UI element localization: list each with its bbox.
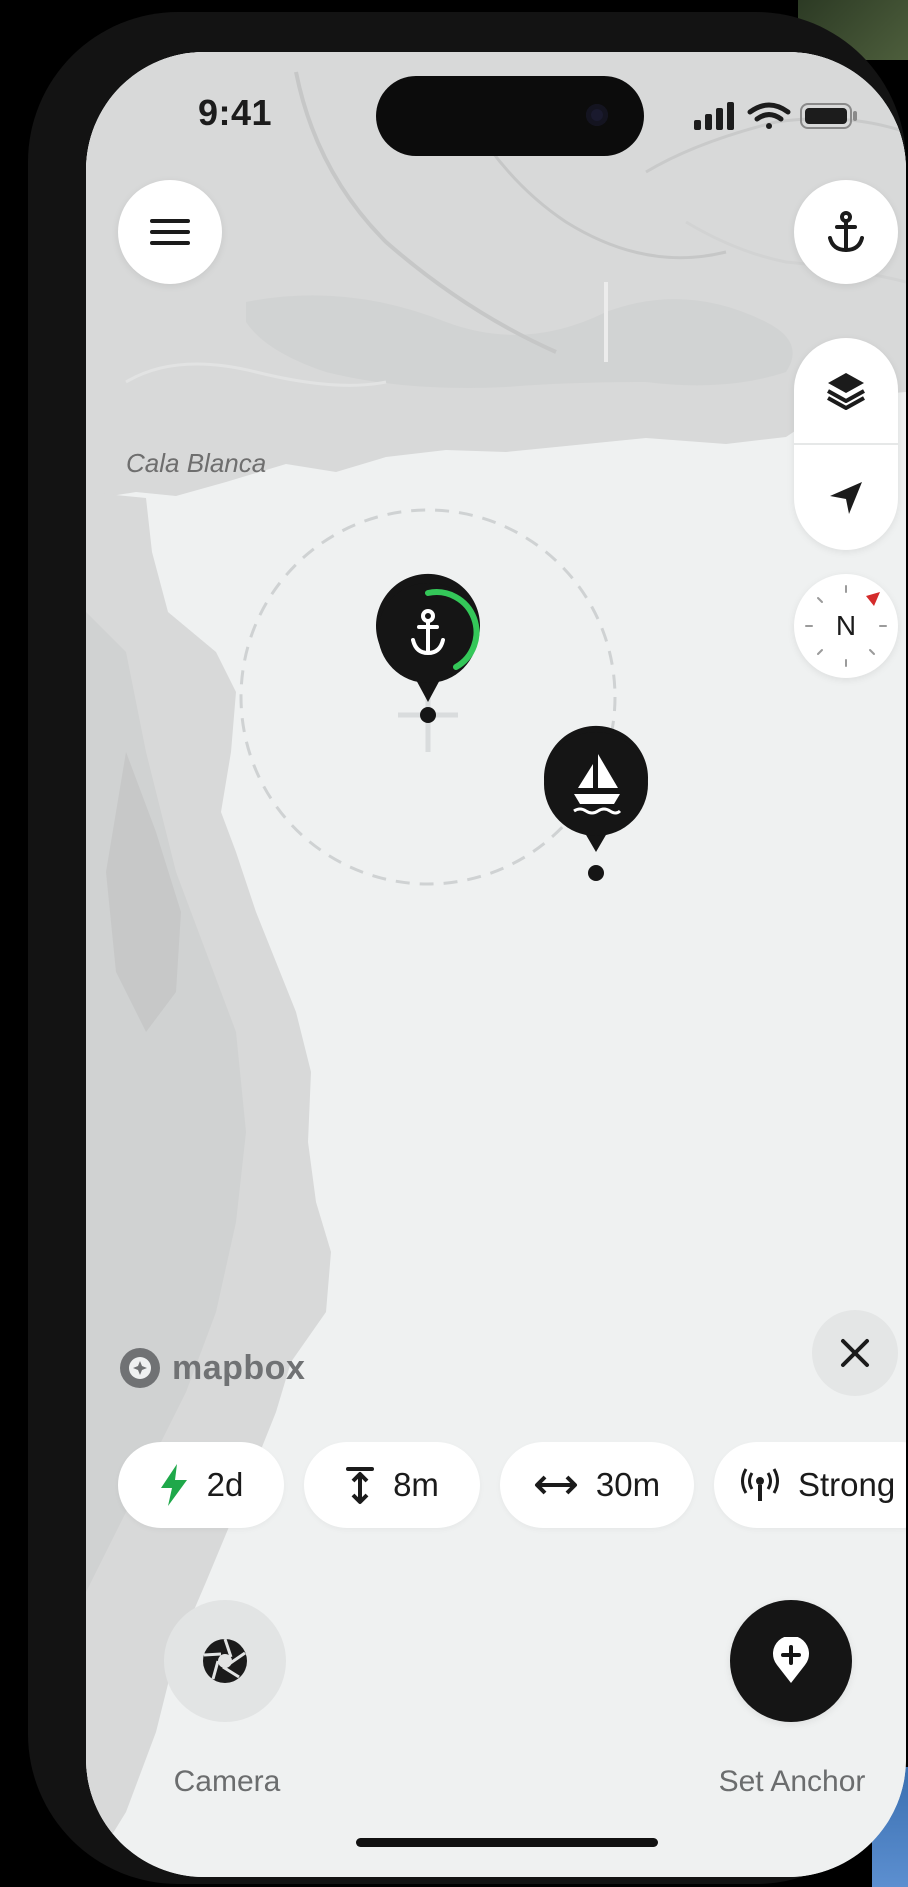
phone-frame: 9:41 Cala Blanca N mapbox 2d 8m 30m Stro…	[28, 12, 906, 1884]
mapbox-logo-icon	[120, 1348, 160, 1388]
camera-aperture-icon	[203, 1638, 247, 1683]
set-anchor-button[interactable]	[730, 1600, 852, 1722]
app-screen: 9:41 Cala Blanca N mapbox 2d 8m 30m Stro…	[86, 52, 906, 1877]
my-location-button[interactable]	[794, 446, 898, 550]
close-icon	[841, 1339, 869, 1367]
dynamic-island	[376, 76, 644, 156]
status-time: 9:41	[198, 92, 273, 133]
mapbox-attribution[interactable]: mapbox	[118, 1346, 305, 1390]
map-pin-plus-icon	[773, 1637, 809, 1683]
range-icon	[534, 1475, 577, 1495]
signal-chip[interactable]: Strong	[714, 1442, 906, 1528]
map-controls	[794, 338, 898, 550]
anchor-button[interactable]	[794, 180, 898, 284]
radius-value: 30m	[595, 1466, 661, 1503]
status-icons	[694, 102, 857, 130]
location-arrow-icon	[830, 482, 862, 514]
depth-icon	[346, 1467, 375, 1504]
mapbox-wordmark: mapbox	[172, 1348, 306, 1387]
menu-button[interactable]	[118, 180, 222, 284]
depth-value: 8m	[393, 1466, 439, 1503]
battery-duration-chip[interactable]: 2d	[118, 1442, 284, 1528]
controls-divider	[794, 443, 898, 445]
front-camera	[586, 104, 608, 126]
radius-chip[interactable]: 30m	[500, 1442, 694, 1528]
compass-north-label: N	[835, 610, 857, 641]
bolt-icon	[160, 1464, 187, 1506]
battery-duration-value: 2d	[206, 1466, 244, 1503]
layers-icon	[827, 373, 865, 410]
signal-value: Strong	[798, 1466, 896, 1503]
compass-button[interactable]: N	[794, 574, 898, 678]
signal-icon	[741, 1468, 779, 1501]
camera-label: Camera	[173, 1765, 281, 1798]
place-label: Cala Blanca	[126, 448, 267, 478]
hamburger-icon	[150, 219, 190, 245]
depth-chip[interactable]: 8m	[304, 1442, 480, 1528]
layers-button[interactable]	[794, 338, 898, 442]
close-button[interactable]	[812, 1310, 898, 1396]
anchor-icon	[828, 211, 864, 253]
home-indicator[interactable]	[356, 1838, 658, 1847]
battery-icon	[800, 103, 857, 129]
cellular-icon	[694, 102, 734, 130]
wifi-icon	[747, 102, 791, 129]
set-anchor-label: Set Anchor	[718, 1765, 866, 1798]
camera-button[interactable]	[164, 1600, 286, 1722]
